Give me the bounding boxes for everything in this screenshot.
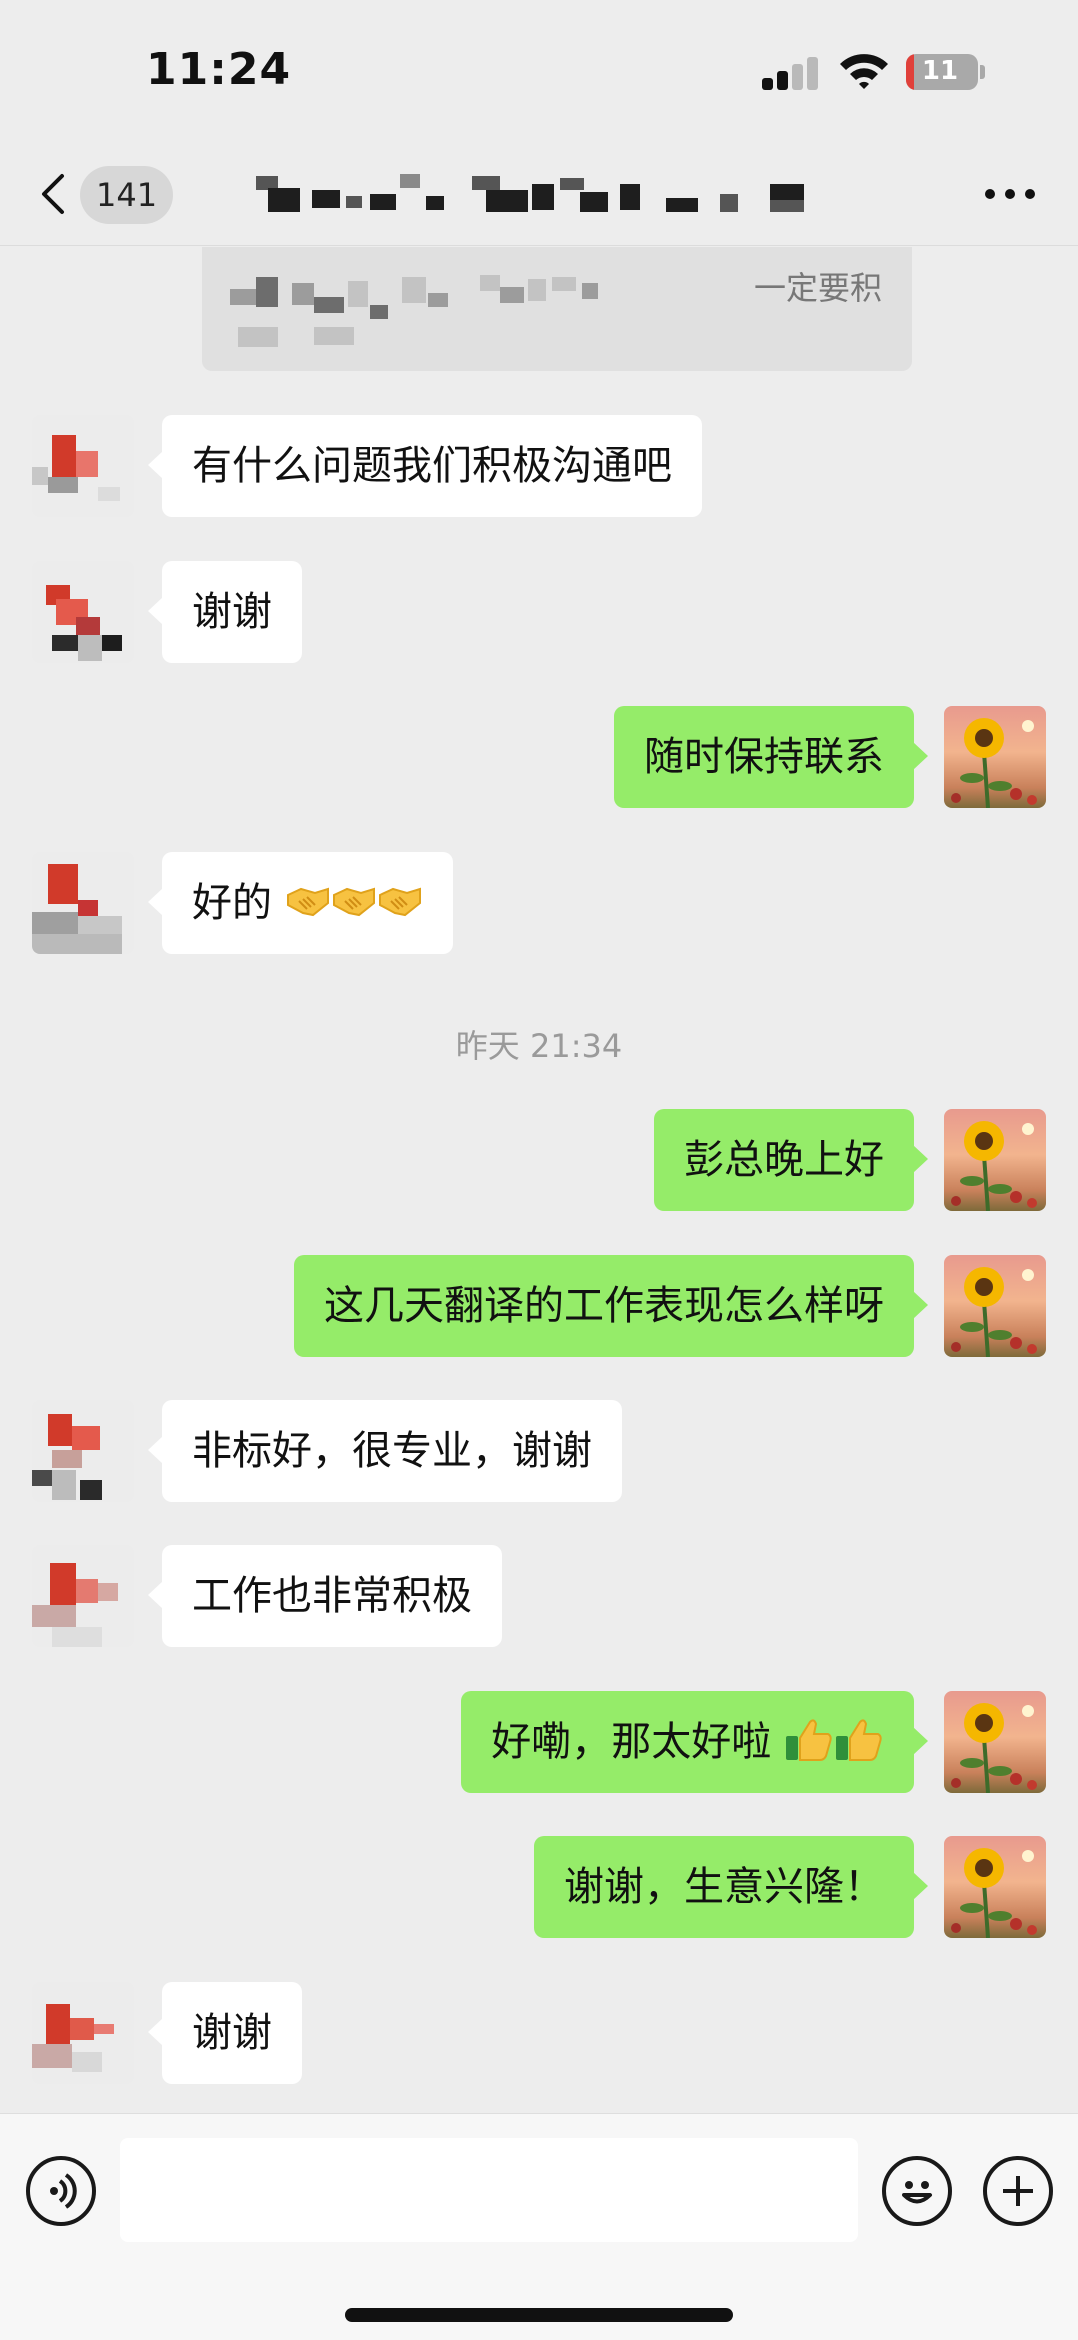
voice-input-button[interactable] bbox=[26, 2156, 96, 2226]
input-bar bbox=[0, 2113, 1078, 2340]
message-timestamp: 昨天 21:34 bbox=[455, 1027, 623, 1065]
status-bar: 11:24 11 bbox=[0, 0, 1078, 140]
sunflower-avatar[interactable] bbox=[944, 1691, 1046, 1793]
chat-header: 141 bbox=[0, 140, 1078, 246]
sunflower-avatar[interactable] bbox=[944, 706, 1046, 808]
battery-icon: 11 bbox=[906, 54, 978, 90]
message-text: 好嘞，那太好啦 bbox=[491, 1719, 772, 1765]
more-options-button[interactable] bbox=[980, 176, 1040, 212]
thumbs-up-icon bbox=[786, 1719, 832, 1761]
message-bubble[interactable]: 随时保持联系 bbox=[614, 706, 928, 808]
more-dots-icon bbox=[985, 189, 1035, 199]
plus-icon bbox=[1003, 2176, 1033, 2206]
voice-icon bbox=[50, 2173, 77, 2209]
message-bubble[interactable]: 好的 bbox=[148, 852, 453, 954]
emoji-button[interactable] bbox=[882, 2156, 952, 2226]
message-bubble[interactable]: 这几天翻译的工作表现怎么样呀 bbox=[294, 1255, 928, 1357]
message-bubble[interactable]: 有什么问题我们积极沟通吧 bbox=[148, 415, 702, 517]
message-bubble[interactable]: 工作也非常积极 bbox=[148, 1545, 502, 1647]
more-actions-button[interactable] bbox=[983, 2156, 1053, 2226]
handshake-icon bbox=[378, 887, 421, 917]
sunflower-icon bbox=[951, 718, 1037, 808]
quoted-message-card[interactable]: 一定要积 bbox=[202, 247, 912, 371]
sunflower-avatar[interactable] bbox=[944, 1109, 1046, 1211]
message-list[interactable]: 一定要积 有什么问题我们积极沟通吧 谢谢 随时保持联系 好的 昨天 21:34 … bbox=[0, 247, 1078, 2113]
sunflower-icon bbox=[951, 1121, 1037, 1211]
status-time: 11:24 bbox=[146, 44, 292, 95]
contact-avatar[interactable] bbox=[32, 561, 134, 663]
message-bubble[interactable]: 谢谢，生意兴隆！ bbox=[534, 1836, 928, 1938]
contact-avatar[interactable] bbox=[32, 1982, 134, 2084]
message-bubble[interactable]: 谢谢 bbox=[148, 561, 302, 663]
unread-count-badge: 141 bbox=[80, 166, 174, 224]
chat-title bbox=[250, 170, 850, 220]
back-button[interactable]: 141 bbox=[30, 162, 180, 226]
message-bubble[interactable]: 彭总晚上好 bbox=[654, 1109, 928, 1211]
battery-tip bbox=[980, 65, 985, 79]
wifi-icon bbox=[840, 54, 888, 89]
sunflower-avatar[interactable] bbox=[944, 1255, 1046, 1357]
message-bubble[interactable]: 非标好，很专业，谢谢 bbox=[148, 1400, 622, 1502]
home-indicator[interactable] bbox=[345, 2308, 733, 2322]
sunflower-icon bbox=[951, 1848, 1037, 1938]
signal-icon bbox=[762, 56, 820, 90]
handshake-icon bbox=[332, 887, 375, 917]
contact-avatar[interactable] bbox=[32, 415, 134, 517]
contact-avatar[interactable] bbox=[32, 1400, 134, 1502]
sunflower-icon bbox=[951, 1703, 1037, 1793]
contact-avatar[interactable] bbox=[32, 852, 134, 954]
emoji-face-icon bbox=[902, 2181, 932, 2204]
thumbs-up-icon bbox=[836, 1719, 882, 1761]
sunflower-icon bbox=[951, 1267, 1037, 1357]
sunflower-avatar[interactable] bbox=[944, 1836, 1046, 1938]
message-text: 好的 bbox=[192, 880, 272, 926]
message-bubble[interactable]: 好嘞，那太好啦 bbox=[461, 1691, 928, 1793]
battery-text: 11 bbox=[921, 56, 959, 86]
quoted-message-text: 一定要积 bbox=[753, 269, 882, 307]
message-input[interactable] bbox=[120, 2138, 858, 2242]
handshake-icon bbox=[286, 887, 329, 917]
chevron-left-icon bbox=[42, 174, 64, 214]
contact-avatar[interactable] bbox=[32, 1545, 134, 1647]
message-bubble[interactable]: 谢谢 bbox=[148, 1982, 302, 2084]
